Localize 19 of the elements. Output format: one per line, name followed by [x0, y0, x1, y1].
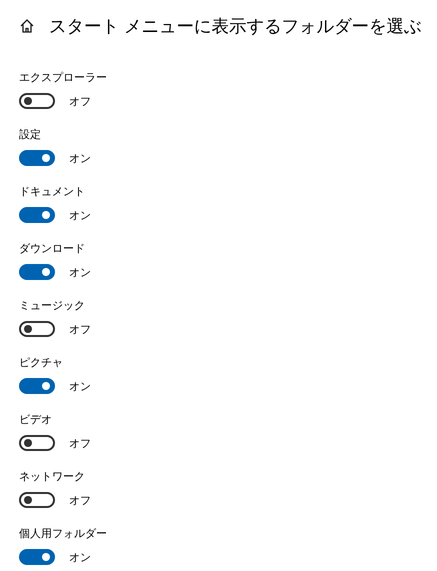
toggle-state-text: オフ: [69, 436, 91, 450]
folder-label: 個人用フォルダー: [19, 526, 107, 542]
folder-label: ネットワーク: [19, 469, 85, 485]
toggle-state-text: オン: [69, 208, 91, 222]
toggle-state-text: オフ: [69, 322, 91, 336]
toggle-state-text: オン: [69, 550, 91, 564]
toggle-state-text: オフ: [69, 94, 91, 108]
folder-label: ピクチャ: [19, 355, 63, 371]
folder-label: ドキュメント: [19, 184, 85, 200]
folder-label: ビデオ: [19, 412, 52, 428]
toggle-state-text: オン: [69, 264, 91, 280]
toggle-state-text: オン: [69, 150, 91, 166]
folder-label: ダウンロード: [19, 241, 85, 257]
folder-label: ミュージック: [19, 298, 85, 314]
folder-label: 設定: [19, 127, 41, 143]
toggle-state-text: オフ: [69, 492, 91, 508]
toggle-state-text: オン: [69, 378, 91, 394]
page-title: スタート メニューに表示するフォルダーを選ぶ: [49, 16, 422, 38]
folder-label: エクスプローラー: [19, 70, 107, 86]
